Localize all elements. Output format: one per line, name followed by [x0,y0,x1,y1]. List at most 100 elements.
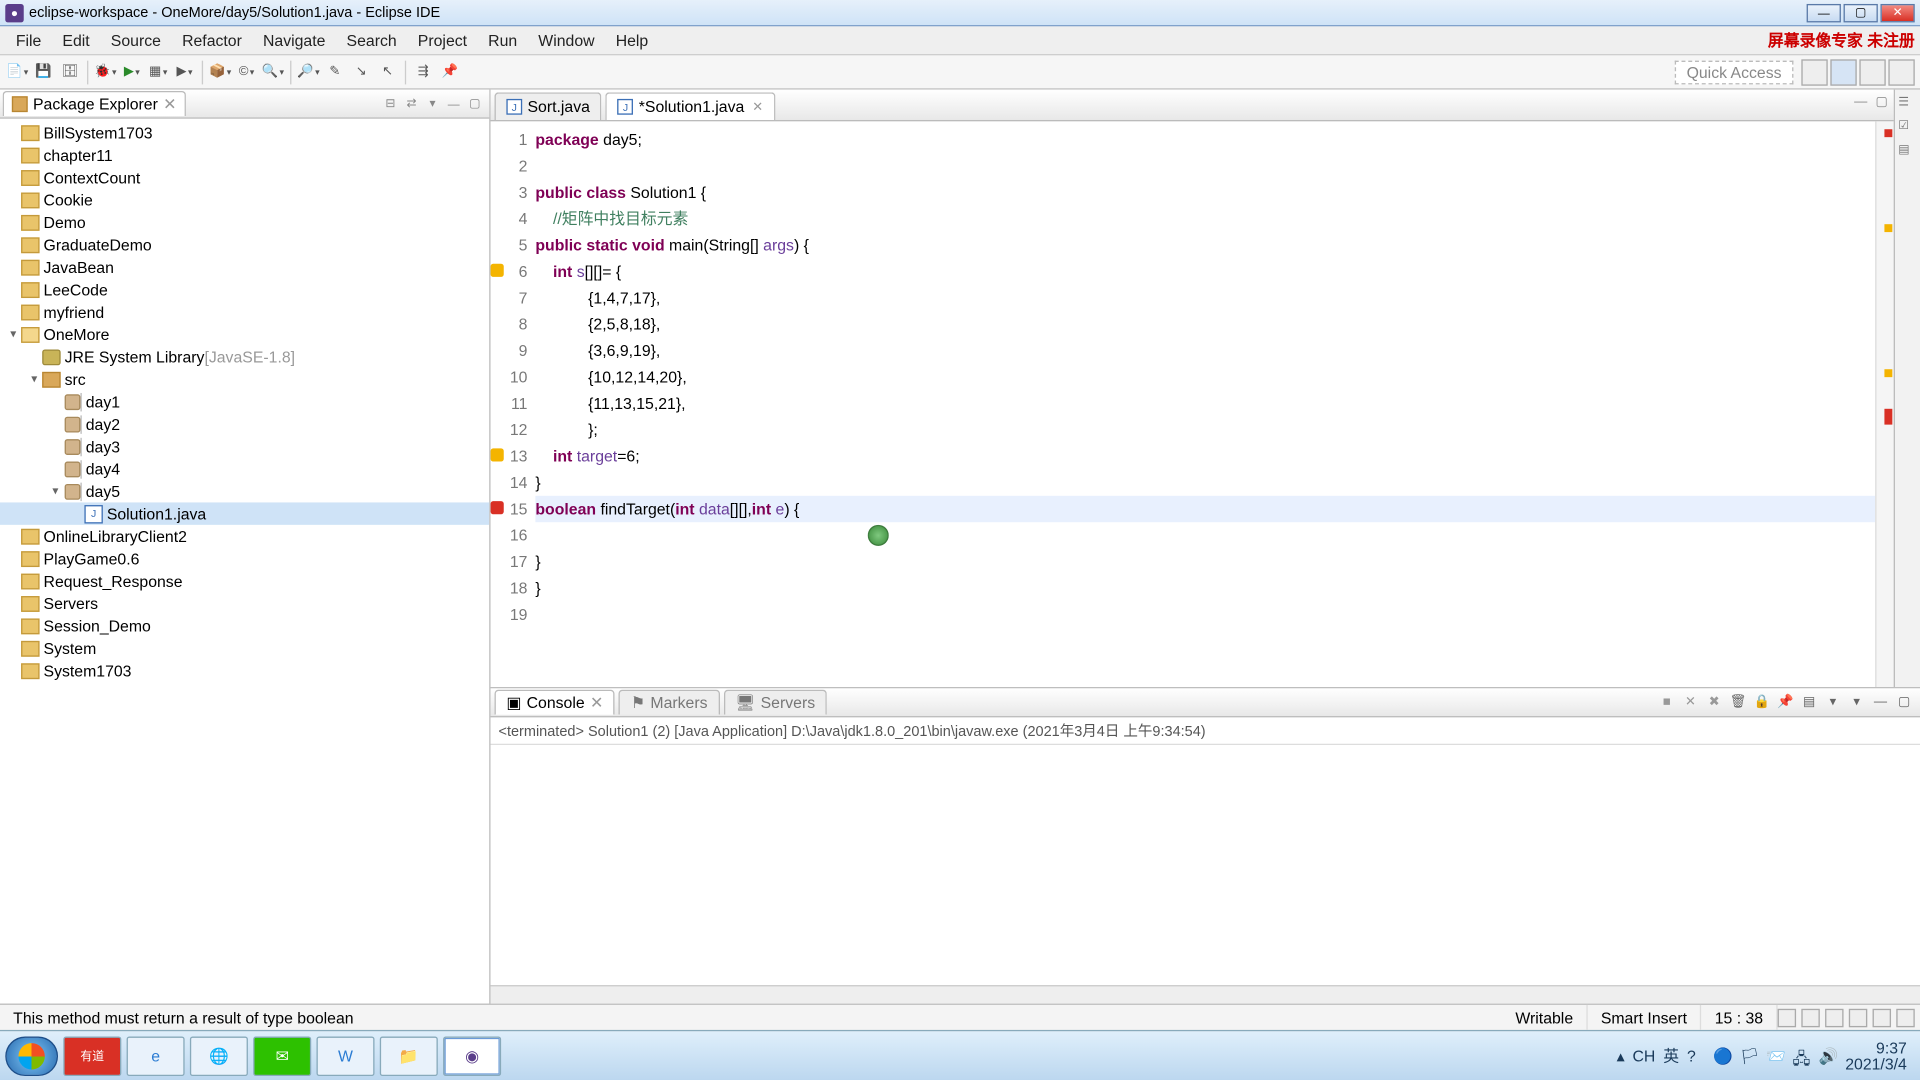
tree-item[interactable]: ▾day5 [0,480,489,502]
javaee-perspective-button[interactable] [1859,59,1885,85]
status-icon[interactable] [1849,1008,1867,1026]
coverage-button[interactable]: ▦ [146,60,170,84]
error-marker-icon[interactable] [1884,409,1892,425]
menu-project[interactable]: Project [407,28,477,52]
step-filters-button[interactable]: ⇶ [411,60,435,84]
view-menu-button[interactable]: ▾ [423,94,441,112]
collapse-all-button[interactable]: ⊟ [381,94,399,112]
tree-item[interactable]: day3 [0,435,489,457]
project-tree[interactable]: BillSystem1703chapter11ContextCountCooki… [0,119,489,1004]
status-icon[interactable] [1778,1008,1796,1026]
tree-item[interactable]: ▾src [0,368,489,390]
minimize-panel-button[interactable]: — [1870,692,1891,713]
line-number[interactable]: 14 [493,469,527,495]
new-button[interactable]: 📄 [5,60,29,84]
pin-console-button[interactable]: 📌 [1775,692,1796,713]
tree-item[interactable]: Cookie [0,189,489,211]
editor-minimize-button[interactable]: — [1851,92,1869,110]
run-button[interactable]: ▶ [120,60,144,84]
code-line[interactable]: {3,6,9,19}, [535,338,1875,364]
menu-file[interactable]: File [5,28,52,52]
menu-search[interactable]: Search [336,28,407,52]
tree-item[interactable]: OnlineLibraryClient2 [0,525,489,547]
menu-refactor[interactable]: Refactor [172,28,253,52]
code-line[interactable]: package day5; [535,127,1875,153]
line-number[interactable]: 18 [493,575,527,601]
line-number[interactable]: 15 [493,496,527,522]
line-number[interactable]: 5 [493,232,527,258]
taskbar-app-eclipse[interactable]: ◉ [443,1036,501,1076]
new-console-button[interactable]: ▾ [1846,692,1867,713]
open-console-button[interactable]: ▾ [1822,692,1843,713]
code-line[interactable] [535,153,1875,179]
warning-marker-icon[interactable] [1884,369,1892,377]
line-number[interactable]: 8 [493,311,527,337]
code-line[interactable]: {1,4,7,17}, [535,285,1875,311]
terminate-button[interactable]: ■ [1656,692,1677,713]
taskbar-app-wechat[interactable]: ✉ [253,1036,311,1076]
tree-item[interactable]: ContextCount [0,166,489,188]
search-button[interactable]: 🔎 [297,60,321,84]
code-line[interactable]: boolean findTarget(int data[][],int e) { [535,496,1875,522]
tree-item[interactable]: ▾OneMore [0,323,489,345]
tree-item[interactable]: JRE System Library [JavaSE-1.8] [0,345,489,367]
tree-twisty-icon[interactable]: ▾ [5,327,21,342]
tree-item[interactable]: PlayGame0.6 [0,547,489,569]
display-selected-button[interactable]: ▤ [1799,692,1820,713]
code-line[interactable]: } [535,469,1875,495]
line-number[interactable]: 3 [493,179,527,205]
tree-item[interactable]: Servers [0,592,489,614]
status-icon[interactable] [1896,1008,1914,1026]
status-icon[interactable] [1825,1008,1843,1026]
close-tab-icon[interactable]: ✕ [590,694,603,712]
code-line[interactable]: public class Solution1 { [535,179,1875,205]
java-perspective-button[interactable] [1830,59,1856,85]
error-marker-icon[interactable] [1884,129,1892,137]
menu-source[interactable]: Source [100,28,171,52]
markers-tab[interactable]: ⚑ Markers [619,690,719,715]
open-type-button[interactable]: 🔍 [261,60,285,84]
line-number[interactable]: 19 [493,601,527,627]
start-button[interactable] [5,1036,58,1076]
save-button[interactable]: 💾 [32,60,56,84]
other-view-icon[interactable]: ▤ [1898,142,1916,160]
menu-edit[interactable]: Edit [52,28,100,52]
tree-twisty-icon[interactable]: ▾ [26,372,42,387]
code-line[interactable]: {10,12,14,20}, [535,364,1875,390]
editor-tab-sort[interactable]: J Sort.java [495,92,602,120]
tray-ime[interactable]: 英 [1663,1044,1679,1066]
code-line[interactable]: } [535,575,1875,601]
code-line[interactable]: {2,5,8,18}, [535,311,1875,337]
tray-icon[interactable]: 📨 [1766,1046,1784,1064]
line-number[interactable]: 6 [493,258,527,284]
line-number[interactable]: 12 [493,417,527,443]
minimize-button[interactable]: — [1807,3,1841,21]
console-tab[interactable]: ▣ Console ✕ [495,690,616,715]
taskbar-app-chrome[interactable]: 🌐 [190,1036,248,1076]
tree-item[interactable]: BillSystem1703 [0,121,489,143]
menu-window[interactable]: Window [528,28,605,52]
quick-access[interactable]: Quick Access [1675,60,1794,84]
tree-item[interactable]: day4 [0,458,489,480]
tray-clock[interactable]: 9:37 2021/3/4 [1845,1040,1907,1072]
remove-launch-button[interactable]: ✕ [1680,692,1701,713]
tray-ime[interactable]: CH [1632,1046,1655,1064]
code-line[interactable]: int s[][]= { [535,258,1875,284]
tray-icon[interactable]: 🔵 [1713,1046,1731,1064]
tray-expand-icon[interactable]: ▴ [1617,1046,1625,1064]
code-line[interactable]: } [535,549,1875,575]
menu-run[interactable]: Run [478,28,528,52]
console-horizontal-scrollbar[interactable] [491,985,1920,1003]
line-number[interactable]: 16 [493,522,527,548]
menu-help[interactable]: Help [605,28,659,52]
console-output[interactable] [491,745,1920,985]
tree-item[interactable]: GraduateDemo [0,233,489,255]
tree-item[interactable]: Session_Demo [0,615,489,637]
editor-maximize-button[interactable]: ▢ [1873,92,1891,110]
servers-tab[interactable]: 🖥 Servers [723,690,827,715]
tray-flag-icon[interactable]: 🏳 [1740,1046,1758,1064]
line-number[interactable]: 17 [493,549,527,575]
line-number[interactable]: 13 [493,443,527,469]
code-line[interactable]: public static void main(String[] args) { [535,232,1875,258]
line-number[interactable]: 10 [493,364,527,390]
